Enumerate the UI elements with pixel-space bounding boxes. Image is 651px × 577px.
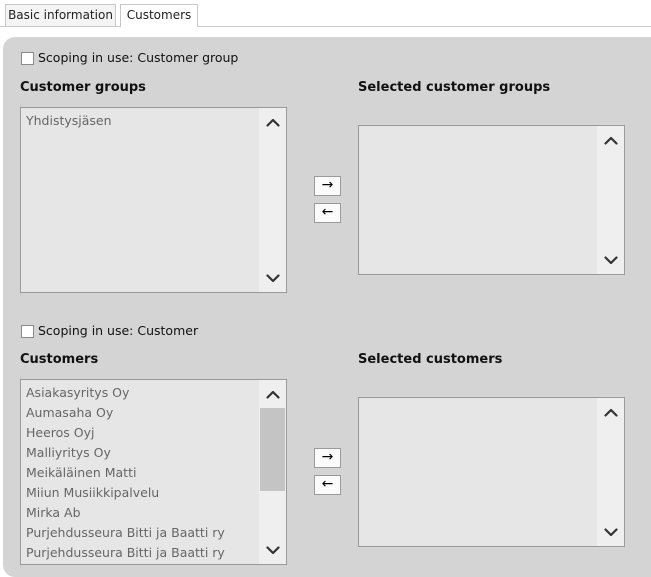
selected-customer-groups-scrollbar[interactable] <box>597 126 624 274</box>
selected-customer-groups-heading: Selected customer groups <box>358 80 551 95</box>
customers-listbox[interactable]: Asiakasyritys Oy Aumasaha Oy Heeros Oyj … <box>20 379 287 565</box>
list-item[interactable]: Asiakasyritys Oy <box>26 383 258 403</box>
list-item[interactable]: Purjehdusseura Bitti ja Baatti ry <box>26 543 258 563</box>
chevron-down-icon[interactable] <box>597 521 624 543</box>
customer-groups-heading: Customer groups <box>20 80 146 95</box>
chevron-up-icon[interactable] <box>597 401 624 423</box>
remove-customer-group-button[interactable]: ← <box>314 203 341 223</box>
selected-customers-listbox[interactable] <box>358 397 625 547</box>
customers-scroll-thumb[interactable] <box>260 408 285 491</box>
customers-scrollbar[interactable] <box>259 380 286 564</box>
customer-groups-listbox[interactable]: Yhdistysjäsen <box>20 107 287 293</box>
chevron-down-icon[interactable] <box>259 539 286 561</box>
chevron-down-icon[interactable] <box>259 267 286 289</box>
customers-heading: Customers <box>20 352 99 367</box>
customer-scope-checkbox[interactable] <box>21 325 34 338</box>
add-customer-group-button[interactable]: → <box>314 176 341 196</box>
add-customer-button[interactable]: → <box>314 448 341 468</box>
customer-group-scope-checkbox[interactable] <box>21 52 34 65</box>
selected-customer-groups-listbox[interactable] <box>358 125 625 275</box>
chevron-up-icon[interactable] <box>259 383 286 405</box>
list-item[interactable]: Malliyritys Oy <box>26 443 258 463</box>
tab-basic-information[interactable]: Basic information <box>5 4 116 26</box>
tab-bar: Basic information Customers <box>0 0 651 27</box>
chevron-up-icon[interactable] <box>597 129 624 151</box>
selected-customers-heading: Selected customers <box>358 352 503 367</box>
list-item[interactable]: Purjehdusseura Bitti ja Baatti ry <box>26 523 258 543</box>
list-item[interactable]: Heeros Oyj <box>26 423 258 443</box>
customer-scope-label: Scoping in use: Customer <box>38 323 199 338</box>
list-item[interactable]: Aumasaha Oy <box>26 403 258 423</box>
customer-groups-scrollbar[interactable] <box>259 108 286 292</box>
remove-customer-button[interactable]: ← <box>314 475 341 495</box>
list-item[interactable]: Miiun Musiikkipalvelu <box>26 483 258 503</box>
list-item[interactable]: Yhdistysjäsen <box>26 111 258 131</box>
tab-baseline <box>0 26 651 27</box>
chevron-down-icon[interactable] <box>597 249 624 271</box>
selected-customers-scrollbar[interactable] <box>597 398 624 546</box>
chevron-up-icon[interactable] <box>259 111 286 133</box>
customers-items: Asiakasyritys Oy Aumasaha Oy Heeros Oyj … <box>26 383 258 563</box>
customer-group-scope-label: Scoping in use: Customer group <box>38 50 239 65</box>
list-item[interactable]: Mirka Ab <box>26 503 258 523</box>
tab-customers[interactable]: Customers <box>120 4 198 27</box>
customer-groups-items: Yhdistysjäsen <box>26 111 258 131</box>
list-item[interactable]: Meikäläinen Matti <box>26 463 258 483</box>
